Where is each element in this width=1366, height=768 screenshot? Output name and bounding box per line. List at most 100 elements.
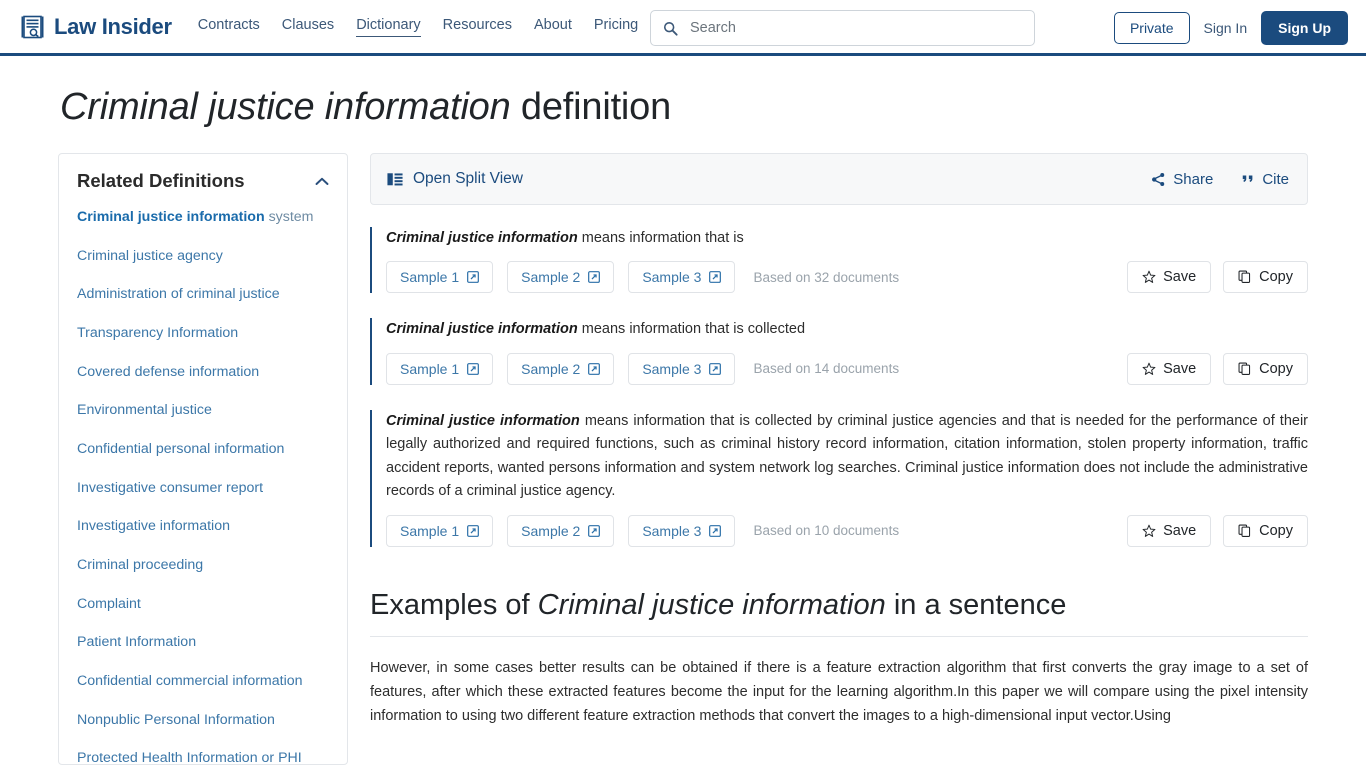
definition-term: Criminal justice information <box>386 230 578 246</box>
save-label: Save <box>1163 269 1197 286</box>
save-button[interactable]: Save <box>1127 352 1212 385</box>
sample-label: Sample 2 <box>521 269 581 286</box>
sample-label: Sample 3 <box>642 360 702 377</box>
copy-button[interactable]: Copy <box>1223 514 1308 547</box>
save-label: Save <box>1163 522 1197 539</box>
definition-actions-row: Sample 1 Sample 2 Sample 3 Based on 14 d… <box>386 352 1308 385</box>
related-definitions-header[interactable]: Related Definitions <box>77 170 329 192</box>
divider <box>370 635 1308 637</box>
sample-3-button[interactable]: Sample 3 <box>628 514 736 547</box>
sample-1-button[interactable]: Sample 1 <box>386 514 494 547</box>
sidebar-item-criminal-justice-information-system[interactable]: Criminal justice information system <box>77 208 329 227</box>
sidebar-item-investigative-consumer-report[interactable]: Investigative consumer report <box>77 479 329 498</box>
sidebar-item-criminal-justice-agency[interactable]: Criminal justice agency <box>77 247 329 266</box>
copy-icon <box>1238 524 1252 538</box>
nav-clauses[interactable]: Clauses <box>282 17 334 36</box>
sample-2-button[interactable]: Sample 2 <box>507 514 615 547</box>
page-content: Related Definitions Criminal justice inf… <box>0 129 1366 765</box>
definition-text: Criminal justice information means infor… <box>386 318 1308 341</box>
search-icon <box>663 21 678 36</box>
star-icon <box>1142 362 1156 376</box>
site-header: Law Insider Contracts Clauses Dictionary… <box>0 0 1366 56</box>
sidebar-item-protected-health-information-or-phi[interactable]: Protected Health Information or PHI <box>77 749 329 764</box>
definition-toolbar: Open Split View Share Cite <box>370 153 1308 205</box>
sample-list: Sample 1 Sample 2 Sample 3 <box>386 352 736 385</box>
examples-title-prefix: Examples of <box>370 588 538 621</box>
nav-dictionary[interactable]: Dictionary <box>356 17 421 37</box>
logo-text: Law Insider <box>54 13 172 39</box>
definition-block: Criminal justice information means infor… <box>370 318 1308 385</box>
sidebar-item-criminal-proceeding[interactable]: Criminal proceeding <box>77 556 329 575</box>
definition-block: Criminal justice information means infor… <box>370 409 1308 547</box>
related-definitions-title: Related Definitions <box>77 170 245 191</box>
save-button[interactable]: Save <box>1127 261 1212 294</box>
page-title: Criminal justice information definition <box>0 56 1366 129</box>
sample-2-button[interactable]: Sample 2 <box>507 352 615 385</box>
sample-list: Sample 1 Sample 2 Sample 3 <box>386 514 736 547</box>
sidebar-item-label-rest: system <box>264 209 314 225</box>
logo[interactable]: Law Insider <box>20 14 172 40</box>
definition-row-actions: Save Copy <box>1127 352 1308 385</box>
examples-title: Examples of Criminal justice information… <box>370 589 1308 622</box>
sidebar-item-investigative-information[interactable]: Investigative information <box>77 517 329 536</box>
search-box[interactable] <box>650 10 1035 46</box>
sample-2-button[interactable]: Sample 2 <box>507 261 615 294</box>
sidebar-item-covered-defense-information[interactable]: Covered defense information <box>77 363 329 382</box>
cite-button[interactable]: Cite <box>1241 171 1289 188</box>
copy-label: Copy <box>1259 360 1293 377</box>
examples-title-suffix: in a sentence <box>885 588 1067 621</box>
sample-1-button[interactable]: Sample 1 <box>386 261 494 294</box>
sample-label: Sample 2 <box>521 522 581 539</box>
external-link-icon <box>467 524 480 537</box>
copy-button[interactable]: Copy <box>1223 352 1308 385</box>
header-actions: Private Sign In Sign Up <box>1113 0 1348 56</box>
sidebar-item-complaint[interactable]: Complaint <box>77 595 329 614</box>
examples-title-term: Criminal justice information <box>537 588 886 621</box>
nav-contracts[interactable]: Contracts <box>198 17 260 36</box>
sample-1-button[interactable]: Sample 1 <box>386 352 494 385</box>
search-input[interactable] <box>688 19 1022 37</box>
sidebar-item-confidential-personal-information[interactable]: Confidential personal information <box>77 440 329 459</box>
nav-resources[interactable]: Resources <box>443 17 512 36</box>
definition-body: means information that is collected <box>577 321 806 338</box>
external-link-icon <box>709 524 722 537</box>
copy-label: Copy <box>1259 269 1293 286</box>
external-link-icon <box>709 363 722 375</box>
save-label: Save <box>1163 360 1197 377</box>
private-button[interactable]: Private <box>1113 12 1190 44</box>
share-button[interactable]: Share <box>1151 171 1213 188</box>
sidebar-item-nonpublic-personal-information[interactable]: Nonpublic Personal Information <box>77 711 329 730</box>
main-column: Open Split View Share Cite Criminal just… <box>370 153 1308 765</box>
definition-actions-row: Sample 1 Sample 2 Sample 3 Based on 32 d… <box>386 261 1308 294</box>
toolbar-actions: Share Cite <box>1151 171 1289 188</box>
share-icon <box>1151 172 1166 187</box>
nav-pricing[interactable]: Pricing <box>594 17 638 36</box>
definition-block: Criminal justice information means infor… <box>370 227 1308 294</box>
page-title-suffix: definition <box>510 86 672 128</box>
sample-label: Sample 3 <box>642 522 702 539</box>
sample-list: Sample 1 Sample 2 Sample 3 <box>386 261 736 294</box>
open-split-view-button[interactable]: Open Split View <box>387 170 523 188</box>
save-button[interactable]: Save <box>1127 514 1212 547</box>
sidebar-item-administration-of-criminal-justice[interactable]: Administration of criminal justice <box>77 285 329 304</box>
chevron-up-icon[interactable] <box>315 177 329 186</box>
sidebar-item-patient-information[interactable]: Patient Information <box>77 633 329 652</box>
sample-label: Sample 2 <box>521 360 581 377</box>
sample-3-button[interactable]: Sample 3 <box>628 261 736 294</box>
copy-icon <box>1238 362 1252 376</box>
sidebar-item-environmental-justice[interactable]: Environmental justice <box>77 401 329 420</box>
copy-button[interactable]: Copy <box>1223 261 1308 294</box>
sign-in-link[interactable]: Sign In <box>1204 20 1248 36</box>
split-view-icon <box>387 172 403 187</box>
page-title-term: Criminal justice information <box>60 86 511 128</box>
sidebar-item-transparency-information[interactable]: Transparency Information <box>77 324 329 343</box>
sidebar-item-label-bold: Criminal justice information <box>77 209 265 225</box>
definition-text: Criminal justice information means infor… <box>386 227 1308 250</box>
nav-about[interactable]: About <box>534 17 572 36</box>
sample-3-button[interactable]: Sample 3 <box>628 352 736 385</box>
sign-up-button[interactable]: Sign Up <box>1261 11 1348 45</box>
sidebar-item-confidential-commercial-information[interactable]: Confidential commercial information <box>77 672 329 691</box>
definition-row-actions: Save Copy <box>1127 514 1308 547</box>
sample-label: Sample 1 <box>400 360 460 377</box>
main-nav: Contracts Clauses Dictionary Resources A… <box>198 17 638 37</box>
